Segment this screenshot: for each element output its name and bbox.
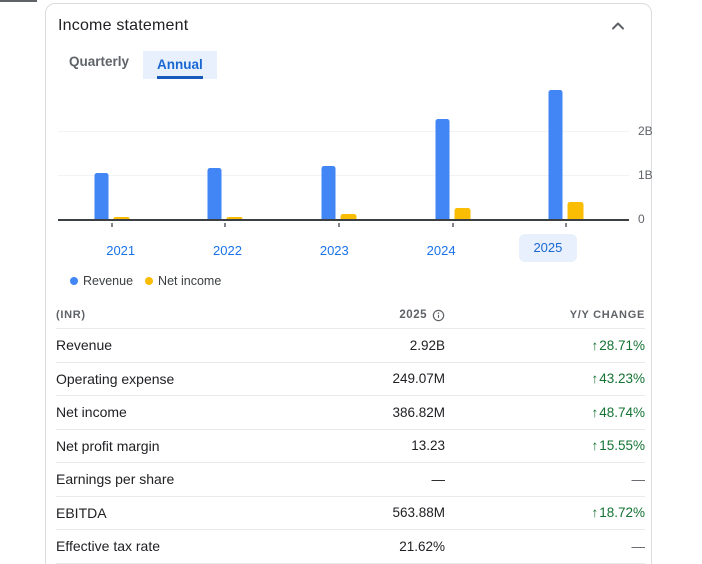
net-income-bar-2022[interactable] [226,217,243,219]
row-change: ↑48.74% [591,404,645,420]
top-divider [0,0,37,2]
up-arrow-icon: ↑ [591,438,599,454]
period-tabs: Quarterly Annual [55,51,651,79]
collapse-button[interactable] [606,14,630,38]
year-label-2023[interactable]: 2023 [320,236,349,258]
row-change: ↑28.71% [591,337,645,353]
financials-table: (INR) 2025 Y/Y CHANGE Revenue 2.92B ↑28.71… [56,302,645,564]
legend-item-revenue: Revenue [70,274,133,288]
period-header-label: 2025 [399,309,427,321]
year-label-2025[interactable]: 2025 [518,234,577,262]
row-value: — [431,471,446,487]
row-label: Earnings per share [56,471,175,488]
currency-header: (INR) [56,309,86,321]
chart-legend: Revenue Net income [70,273,629,289]
bar-group-2025 [548,89,584,219]
row-change: ↑18.72% [591,505,645,521]
tab-quarterly-label: Quarterly [69,54,130,69]
revenue-bar-2025[interactable] [548,89,563,219]
chart-plot: 2B 1B 0 [58,85,653,227]
row-value: 249.07M [392,371,445,387]
table-row-net-income: Net income 386.82M ↑48.74% [56,396,645,430]
row-change: ↑15.55% [591,438,645,454]
y-axis-tick-2B: 2B [638,123,653,138]
chart-x-labels: 2021 2022 2023 2024 2025 [70,234,607,266]
income-statement-card: Income statement Quarterly Annual 2B 1B 0 … [45,3,653,564]
chevron-up-icon [611,19,625,34]
net-income-bar-2024[interactable] [454,207,471,219]
x-axis-tick-2022 [224,223,227,227]
x-axis-tick-2023 [338,223,341,227]
row-change: ↑43.23% [591,371,645,387]
legend-label: Net income [158,274,222,288]
table-row-operating-expense: Operating expense 249.07M ↑43.23% [56,363,645,396]
year-label-2024[interactable]: 2024 [427,236,456,258]
row-value: 386.82M [392,404,445,420]
card-header: Income statement [46,4,651,48]
year-label-2022[interactable]: 2022 [213,236,242,258]
table-row-revenue: Revenue 2.92B ↑28.71% [56,329,645,363]
row-label: EBITDA [56,504,107,521]
bar-chart: 2B 1B 0 2021 2022 2023 2024 2025 Revenue Net in… [58,85,653,289]
row-label: Net income [56,404,127,421]
card-title: Income statement [58,17,189,34]
row-label: Net profit margin [56,437,160,454]
y-axis-tick-0: 0 [638,212,645,226]
up-arrow-icon: ↑ [591,505,599,521]
gridline-2B [58,130,629,132]
net-income-bar-2023[interactable] [340,214,357,219]
period-header: 2025 [275,309,445,322]
x-axis-tick-2025 [565,223,568,227]
net-income-legend-dot-icon [145,277,154,285]
y-axis-tick-1B: 1B [638,167,653,182]
bar-group-2022 [207,167,243,219]
row-value: 2.92B [409,337,445,353]
revenue-bar-2022[interactable] [207,167,222,219]
bar-group-2024 [435,118,471,219]
row-label: Operating expense [56,370,175,387]
row-change: — [631,471,646,487]
table-row-net-profit-margin: Net profit margin 13.23 ↑15.55% [56,430,645,463]
x-axis-tick-2024 [451,223,454,227]
page: Income statement Quarterly Annual 2B 1B 0 … [0,0,702,564]
row-label: Revenue [56,337,113,354]
table-row-ebitda: EBITDA 563.88M ↑18.72% [56,497,645,530]
bar-group-2023 [321,165,357,219]
legend-item-net-income: Net income [145,274,221,288]
tab-annual[interactable]: Annual [143,51,217,79]
x-axis-tick-2021 [110,223,113,227]
row-label: Effective tax rate [56,538,161,555]
change-header: Y/Y CHANGE [569,309,645,321]
legend-label: Revenue [83,274,134,288]
revenue-bar-2021[interactable] [94,172,109,219]
tab-annual-label: Annual [157,57,203,79]
net-income-bar-2021[interactable] [113,217,130,219]
revenue-bar-2023[interactable] [321,165,336,219]
table-body: Revenue 2.92B ↑28.71% Operating expense 249.… [56,329,645,564]
table-header-row: (INR) 2025 Y/Y CHANGE [56,302,645,329]
up-arrow-icon: ↑ [591,337,599,353]
up-arrow-icon: ↑ [591,404,599,420]
tab-quarterly[interactable]: Quarterly [55,51,143,79]
revenue-legend-dot-icon [70,277,78,285]
table-row-earnings-per-share: Earnings per share — — [56,463,645,497]
row-value: 13.23 [411,438,445,454]
net-income-bar-2025[interactable] [567,201,584,219]
info-icon[interactable] [432,309,445,322]
year-label-2021[interactable]: 2021 [106,236,135,258]
up-arrow-icon: ↑ [591,371,599,387]
bar-group-2021 [94,172,130,219]
revenue-bar-2024[interactable] [435,118,450,219]
row-value: 563.88M [392,505,445,521]
row-change: — [631,538,646,554]
table-row-effective-tax-rate: Effective tax rate 21.62% — [56,530,645,564]
row-value: 21.62% [399,538,445,554]
